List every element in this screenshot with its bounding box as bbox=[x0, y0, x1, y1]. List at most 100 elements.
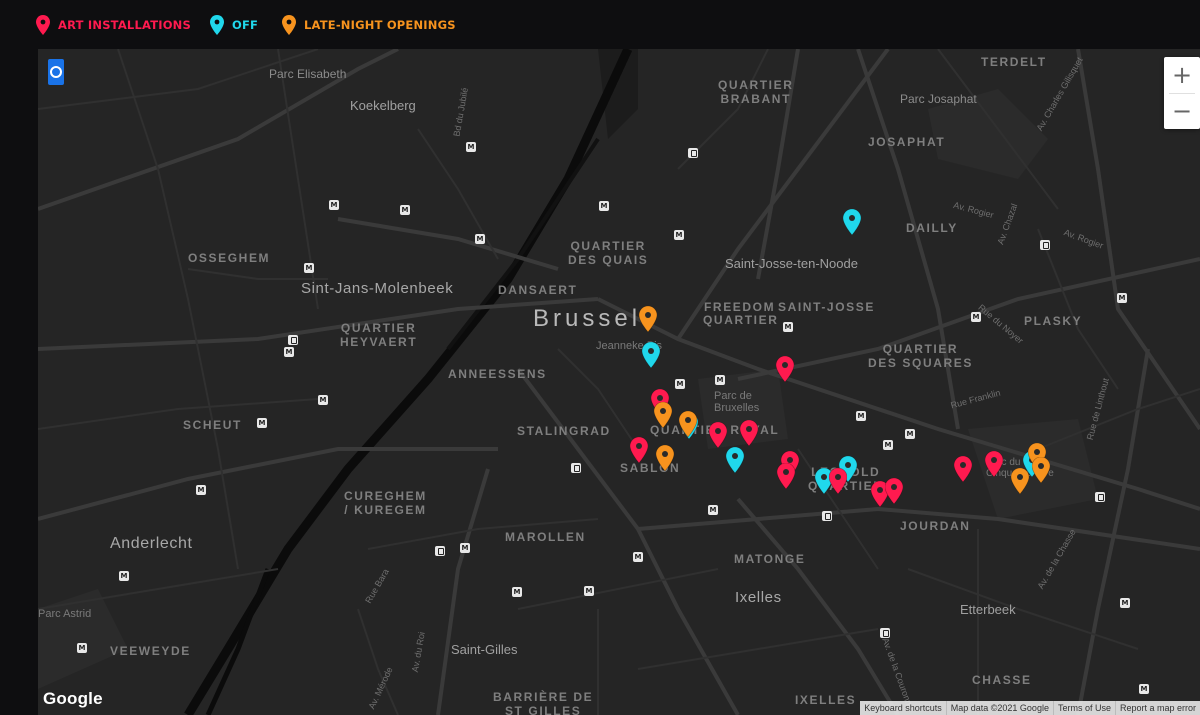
district-label: JOURDAN bbox=[900, 519, 971, 533]
map-marker-late-night[interactable] bbox=[653, 401, 673, 429]
map-marker-late-night[interactable] bbox=[655, 444, 675, 472]
map-attribution: Keyboard shortcuts Map data ©2021 Google… bbox=[860, 701, 1200, 715]
district-label: STALINGRAD bbox=[517, 424, 611, 438]
map-marker-art[interactable] bbox=[739, 419, 759, 447]
district-label: BARRIÈRE DE ST GILLES bbox=[493, 690, 594, 715]
map-marker-late-night[interactable] bbox=[1031, 456, 1051, 484]
metro-icon: M bbox=[783, 322, 793, 332]
map-roads bbox=[38, 49, 1200, 715]
park-label: Parc de Bruxelles bbox=[714, 390, 760, 414]
legend-item-art-installations[interactable]: ART INSTALLATIONS bbox=[36, 15, 191, 35]
metro-icon: M bbox=[599, 201, 609, 211]
zoom-out-button[interactable]: − bbox=[1164, 93, 1200, 129]
zoom-control: + − bbox=[1164, 57, 1200, 129]
locate-button[interactable] bbox=[48, 59, 64, 85]
district-label: CUREGHEM / KUREGEM bbox=[344, 489, 427, 517]
legend-label: OFF bbox=[232, 18, 259, 32]
tram-icon bbox=[880, 628, 890, 638]
metro-icon: M bbox=[905, 429, 915, 439]
map-marker-art[interactable] bbox=[953, 455, 973, 483]
map-canvas[interactable]: TERDELT QUARTIER BRABANT JOSAPHAT DAILLY… bbox=[38, 49, 1200, 715]
terms-link[interactable]: Terms of Use bbox=[1052, 701, 1115, 715]
town-label: Saint-Gilles bbox=[451, 642, 518, 657]
district-label: QUARTIER bbox=[703, 313, 779, 327]
map-marker-art[interactable] bbox=[828, 467, 848, 495]
metro-icon: M bbox=[856, 411, 866, 421]
map-marker-off[interactable] bbox=[725, 446, 745, 474]
map-pin-icon bbox=[953, 455, 973, 483]
district-label: DANSAERT bbox=[498, 283, 578, 297]
map-pin-icon bbox=[629, 436, 649, 464]
map-marker-late-night[interactable] bbox=[1010, 467, 1030, 495]
map-marker-art[interactable] bbox=[708, 421, 728, 449]
map-pin-icon bbox=[36, 15, 50, 35]
map-marker-art[interactable] bbox=[775, 355, 795, 383]
zoom-in-button[interactable]: + bbox=[1164, 57, 1200, 93]
district-label: QUARTIER DES QUAIS bbox=[568, 239, 649, 267]
map-pin-icon bbox=[210, 15, 224, 35]
report-error-link[interactable]: Report a map error bbox=[1114, 701, 1200, 715]
map-marker-off[interactable] bbox=[641, 341, 661, 369]
map-marker-art[interactable] bbox=[776, 462, 796, 490]
tram-icon bbox=[822, 511, 832, 521]
metro-icon: M bbox=[1117, 293, 1127, 303]
map-legend: ART INSTALLATIONS OFF LATE-NIGHT OPENING… bbox=[0, 0, 1200, 49]
metro-icon: M bbox=[77, 643, 87, 653]
map-pin-icon bbox=[984, 450, 1004, 478]
map-marker-art[interactable] bbox=[629, 436, 649, 464]
district-label: MAROLLEN bbox=[505, 530, 586, 544]
metro-icon: M bbox=[883, 440, 893, 450]
legend-item-off[interactable]: OFF bbox=[210, 15, 258, 35]
map-pin-icon bbox=[739, 419, 759, 447]
keyboard-shortcuts-link[interactable]: Keyboard shortcuts bbox=[860, 701, 946, 715]
town-label: Ixelles bbox=[735, 589, 782, 606]
legend-item-late-night-openings[interactable]: LATE-NIGHT OPENINGS bbox=[282, 15, 456, 35]
park-label: Parc Josaphat bbox=[900, 92, 977, 106]
district-label: IXELLES bbox=[795, 693, 857, 707]
map-pin-icon bbox=[653, 401, 673, 429]
district-label: CHASSE bbox=[972, 673, 1032, 687]
district-label: VEEWEYDE bbox=[110, 644, 191, 658]
metro-icon: M bbox=[633, 552, 643, 562]
district-label: QUARTIER HEYVAERT bbox=[340, 321, 418, 349]
map-marker-off[interactable] bbox=[842, 208, 862, 236]
metro-icon: M bbox=[400, 205, 410, 215]
map-pin-icon bbox=[638, 305, 658, 333]
map-pin-icon bbox=[884, 477, 904, 505]
legend-label: ART INSTALLATIONS bbox=[58, 18, 191, 32]
metro-icon: M bbox=[512, 587, 522, 597]
tram-icon bbox=[435, 546, 445, 556]
tram-icon bbox=[571, 463, 581, 473]
map-pin-icon bbox=[1010, 467, 1030, 495]
crosshair-icon bbox=[50, 66, 62, 78]
map-pin-icon bbox=[655, 444, 675, 472]
metro-icon: M bbox=[196, 485, 206, 495]
town-label: Etterbeek bbox=[960, 602, 1016, 617]
district-label: SCHEUT bbox=[183, 418, 242, 432]
metro-icon: M bbox=[708, 505, 718, 515]
district-label: DAILLY bbox=[906, 221, 958, 235]
divider bbox=[1169, 93, 1195, 94]
metro-icon: M bbox=[475, 234, 485, 244]
map-marker-late-night[interactable] bbox=[638, 305, 658, 333]
tram-icon bbox=[1095, 492, 1105, 502]
map-data-text: Map data ©2021 Google bbox=[945, 701, 1053, 715]
map-pin-icon bbox=[842, 208, 862, 236]
map-marker-art[interactable] bbox=[884, 477, 904, 505]
town-label: Anderlecht bbox=[110, 535, 193, 552]
map-pin-icon bbox=[776, 462, 796, 490]
town-label: Saint-Josse-ten-Noode bbox=[725, 256, 858, 271]
district-label: FREEDOM bbox=[704, 300, 776, 314]
tram-icon bbox=[688, 148, 698, 158]
map-marker-late-night[interactable] bbox=[678, 410, 698, 438]
park-label: Parc Astrid bbox=[38, 608, 92, 620]
map-pin-icon bbox=[725, 446, 745, 474]
district-label: ANNEESSENS bbox=[448, 367, 547, 381]
district-label: JOSAPHAT bbox=[868, 135, 946, 149]
metro-icon: M bbox=[584, 586, 594, 596]
map-pin-icon bbox=[641, 341, 661, 369]
town-label: Sint-Jans-Molenbeek bbox=[301, 280, 454, 297]
map-marker-art[interactable] bbox=[984, 450, 1004, 478]
district-label: QUARTIER DES SQUARES bbox=[868, 342, 973, 370]
metro-icon: M bbox=[304, 263, 314, 273]
